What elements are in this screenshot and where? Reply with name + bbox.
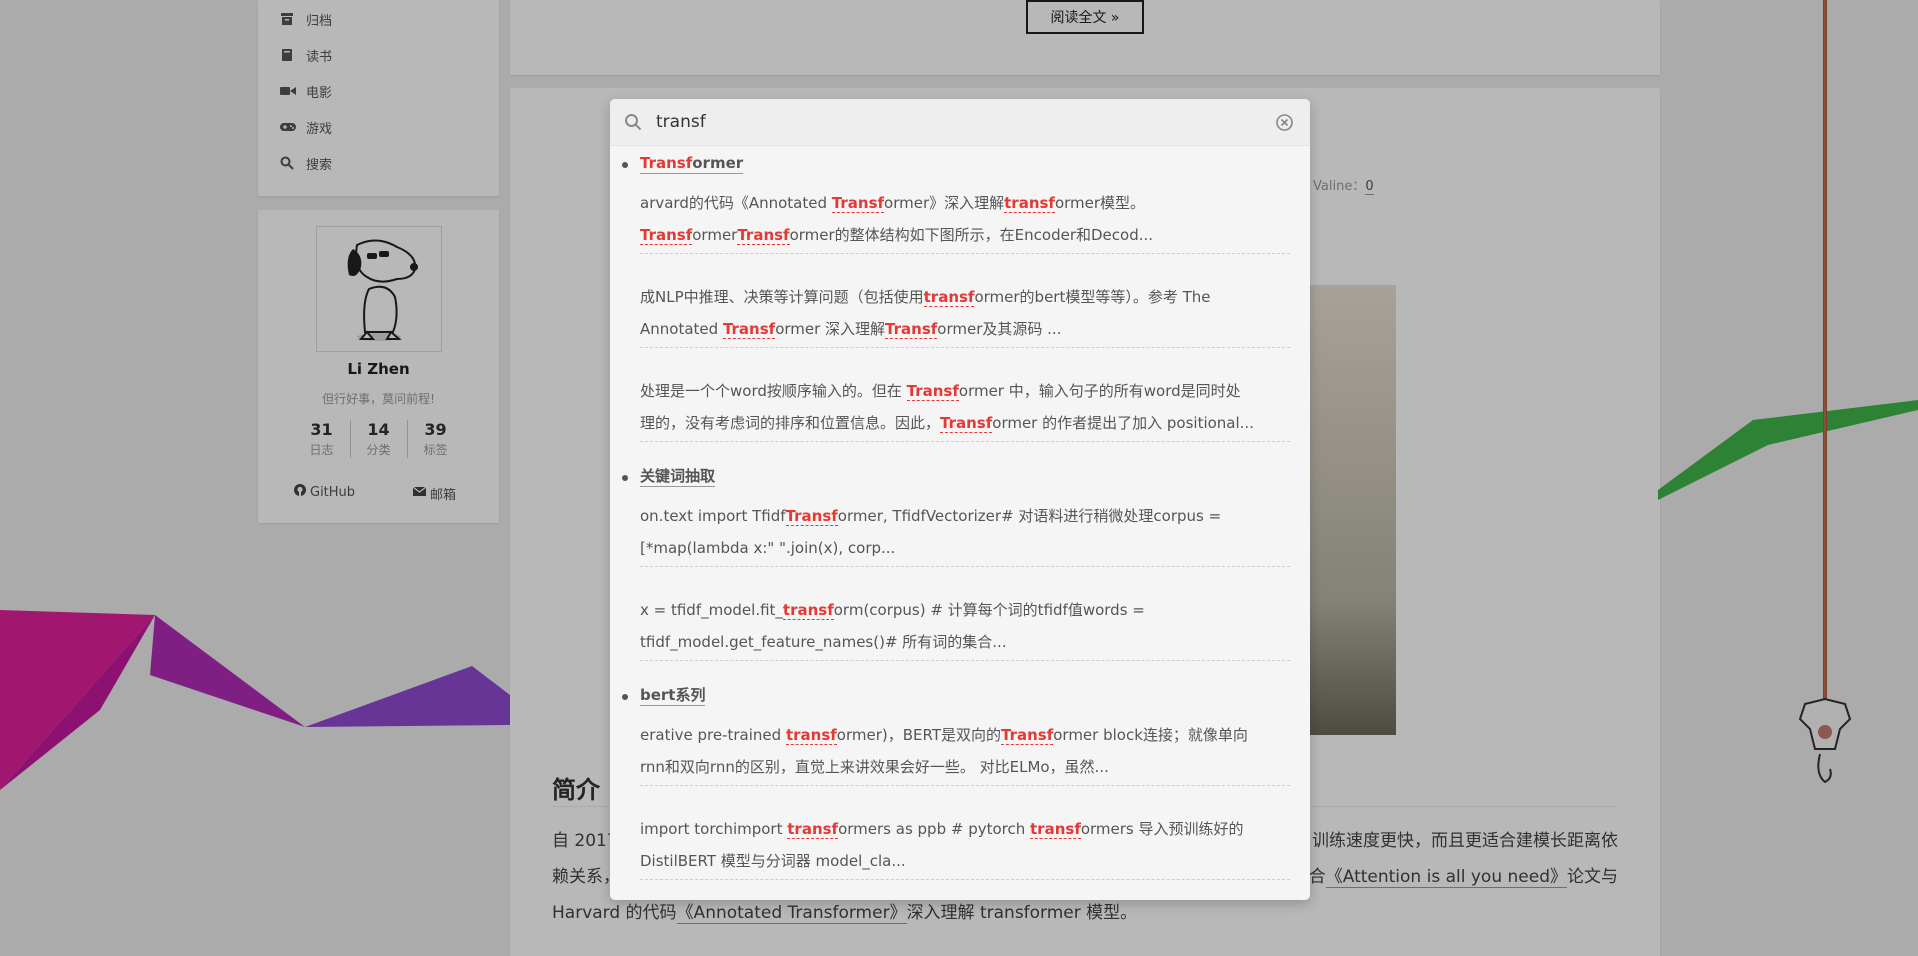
search-result-snippet[interactable]: import torchimport transformers as ppb #… [640, 813, 1290, 880]
keyword-highlight: transf [785, 726, 837, 745]
keyword-highlight: Transf [722, 320, 776, 339]
search-icon [625, 114, 642, 131]
search-result-snippet[interactable]: 成NLP中推理、决策等计算问题（包括使用transformer的bert模型等等… [640, 281, 1290, 348]
keyword-highlight: Transf [906, 382, 959, 401]
keyword-highlight: Transf [640, 226, 693, 245]
list-bullet [622, 694, 628, 700]
search-result-snippet[interactable]: erative pre-trained transformer)，BERT是双向… [640, 719, 1290, 786]
keyword-highlight: transf [787, 820, 839, 839]
local-search-popup: Transformer arvard的代码《Annotated Transform… [610, 99, 1310, 900]
search-result-snippet[interactable]: arvard的代码《Annotated Transformer》深入理解tran… [640, 187, 1290, 254]
keyword-highlight: Transf [640, 154, 693, 172]
search-header [610, 99, 1310, 146]
keyword-highlight: transf [1004, 194, 1055, 213]
close-icon[interactable] [1276, 114, 1293, 131]
keyword-highlight: Transf [831, 194, 885, 213]
search-result-title[interactable]: bert系列 [640, 685, 706, 706]
keyword-highlight: Transf [737, 226, 790, 245]
search-result-title[interactable]: 关键词抽取 [640, 466, 716, 487]
list-bullet [622, 475, 628, 481]
keyword-highlight: Transf [885, 320, 938, 339]
search-input[interactable] [656, 109, 1246, 135]
list-bullet [622, 162, 628, 168]
keyword-highlight: transf [1030, 820, 1081, 839]
keyword-highlight: transf [782, 601, 834, 620]
keyword-highlight: Transf [940, 414, 993, 433]
search-result-snippet[interactable]: x = tfidf_model.fit_transform(corpus) # … [640, 594, 1290, 661]
keyword-highlight: transf [923, 288, 975, 307]
search-result-snippet[interactable]: 处理是一个个word按顺序输入的。但在 Transformer 中，输入句子的所… [640, 375, 1290, 442]
keyword-highlight: Transf [785, 507, 838, 526]
search-result-title[interactable]: Transformer [640, 153, 744, 174]
search-result-snippet[interactable]: on.text import TfidfTransformer, TfidfVe… [640, 500, 1290, 567]
keyword-highlight: Transf [1000, 726, 1054, 745]
